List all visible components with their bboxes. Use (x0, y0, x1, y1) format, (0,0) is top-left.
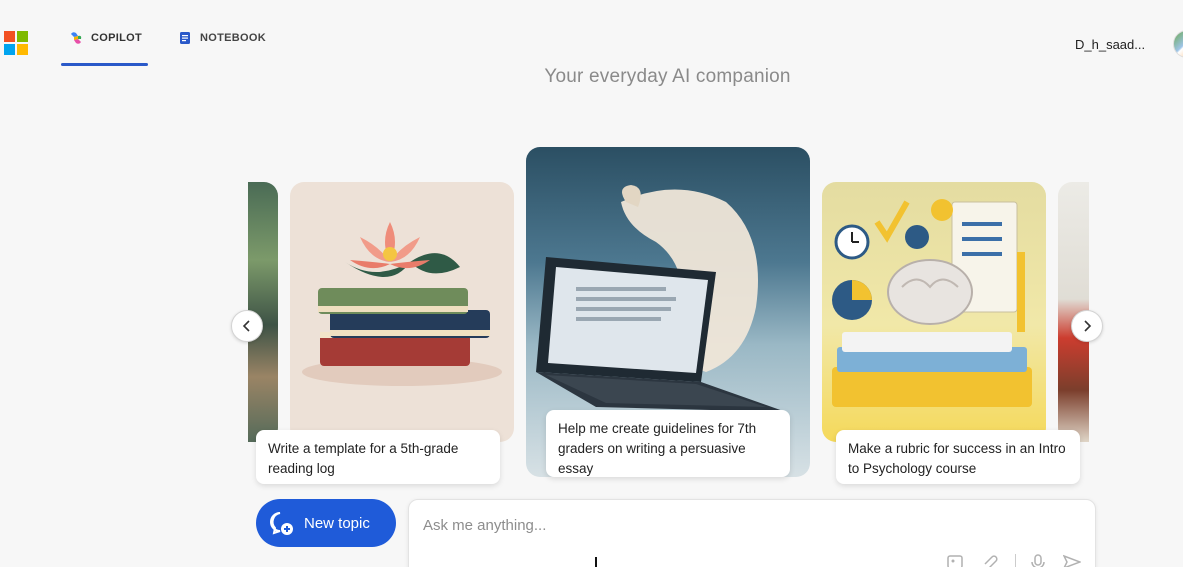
copilot-icon (71, 32, 82, 44)
text-cursor (595, 557, 597, 567)
send-icon[interactable] (1063, 554, 1081, 567)
page-tagline: Your everyday AI companion (544, 66, 791, 87)
carousel-card-reading-log[interactable] (290, 182, 514, 442)
toolbar-divider (1015, 554, 1016, 567)
card-caption-psychology-rubric[interactable]: Make a rubric for success in an Intro to… (836, 430, 1080, 484)
ask-input[interactable] (423, 514, 1023, 536)
microphone-icon[interactable] (1029, 554, 1047, 567)
card-caption-reading-log[interactable]: Write a template for a 5th-grade reading… (256, 430, 500, 484)
avatar[interactable] (1173, 30, 1183, 58)
carousel-card-psychology-rubric[interactable] (822, 182, 1046, 442)
card-caption-persuasive-essay[interactable]: Help me create guidelines for 7th grader… (546, 410, 790, 477)
tab-copilot[interactable]: COPILOT (61, 30, 148, 66)
chevron-left-icon (242, 320, 250, 332)
stacked-books-with-flower-icon (302, 222, 502, 386)
notebook-icon (180, 32, 190, 44)
chat-composer (408, 499, 1096, 567)
microsoft-logo-icon[interactable] (4, 31, 28, 55)
brain-on-books-icon (832, 199, 1032, 407)
top-bar: COPILOT NOTEBOOK D_h_saad... (0, 0, 1183, 72)
user-name[interactable]: D_h_saad... (1075, 37, 1145, 52)
new-topic-label: New topic (304, 514, 370, 532)
new-topic-button[interactable]: New topic (256, 499, 396, 547)
tab-notebook[interactable]: NOTEBOOK (178, 30, 266, 66)
carousel-next-button[interactable] (1071, 310, 1103, 342)
attach-icon[interactable] (981, 554, 999, 567)
carousel-prev-button[interactable] (231, 310, 263, 342)
chevron-right-icon (1084, 320, 1092, 332)
tab-copilot-label: COPILOT (91, 32, 142, 44)
new-chat-icon (270, 512, 293, 535)
image-upload-icon[interactable] (947, 554, 965, 567)
tab-notebook-label: NOTEBOOK (200, 32, 266, 44)
